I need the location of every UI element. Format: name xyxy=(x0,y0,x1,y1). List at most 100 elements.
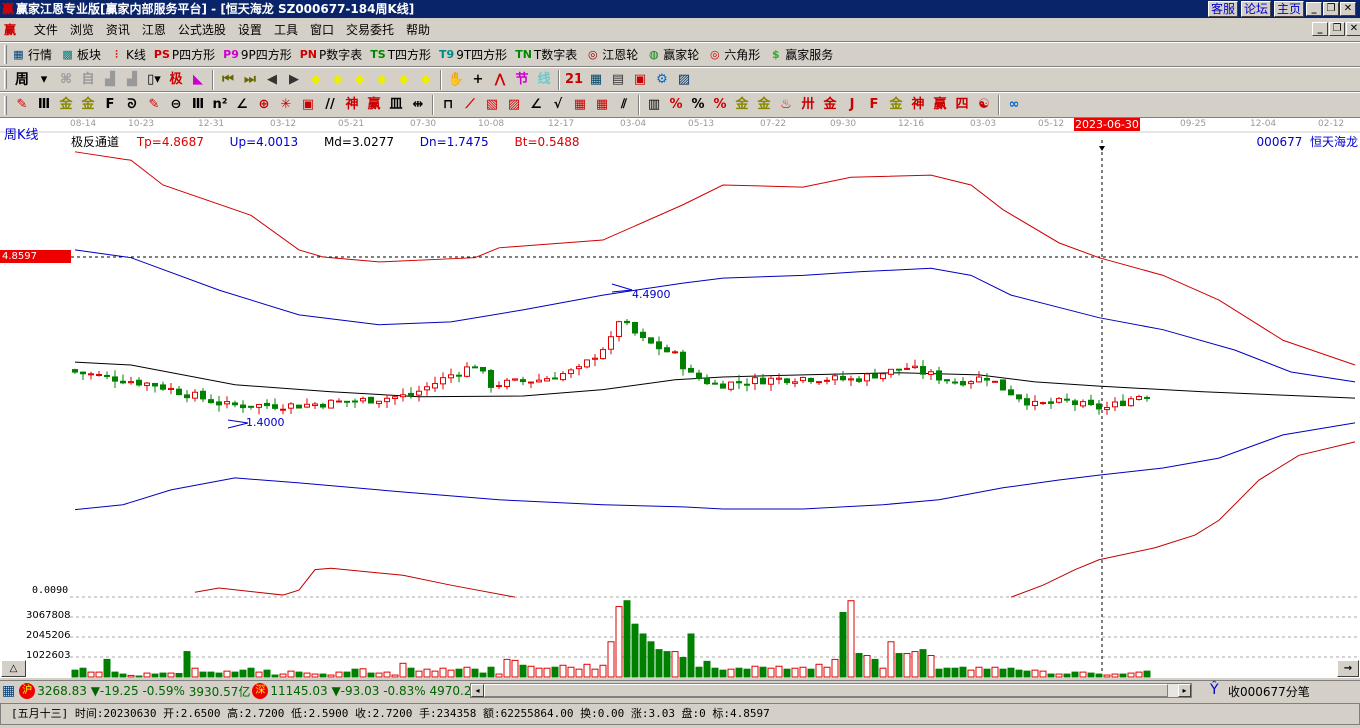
toolbar-button-0[interactable]: ▦ 行情 xyxy=(11,46,52,63)
zigzag-icon[interactable]: ⋀ xyxy=(489,70,511,90)
kline-chart[interactable]: 周K线 极反通道 Tp=4.8687 Up=4.0013 Md=3.0277 D… xyxy=(0,118,1360,678)
diamond-up-icon[interactable]: ◆ xyxy=(349,70,371,90)
scroll-right-button[interactable]: → xyxy=(1337,660,1359,677)
slash-icon[interactable]: // xyxy=(319,95,341,115)
j-fan-icon[interactable]: J xyxy=(841,95,863,115)
toolbar-button-11[interactable]: ◎ 六角形 xyxy=(707,46,760,63)
toolbar-button-10[interactable]: ◍ 赢家轮 xyxy=(646,46,699,63)
percent-slash-icon[interactable]: % xyxy=(665,95,687,115)
menu-0[interactable]: 文件 xyxy=(34,23,58,37)
menu-2[interactable]: 资讯 xyxy=(106,23,130,37)
child-minimize-button[interactable]: _ xyxy=(1312,22,1328,36)
dropdown-arrow-icon[interactable]: ▾ xyxy=(33,70,55,90)
toolbar-button-3[interactable]: PS P四方形 xyxy=(154,46,215,63)
vlines2-icon[interactable]: Ⅲ xyxy=(187,95,209,115)
expand-up-button[interactable]: △ xyxy=(1,660,26,677)
gold2-icon[interactable]: 金 xyxy=(77,95,99,115)
left-icon[interactable]: ◀ xyxy=(261,70,283,90)
fan-lines-icon[interactable]: ∠ xyxy=(525,95,547,115)
last-icon[interactable]: ⏭ xyxy=(239,70,261,90)
calculator-icon[interactable]: ▦ xyxy=(585,70,607,90)
link-home[interactable]: 主页 xyxy=(1274,1,1305,17)
toolbar-button-5[interactable]: PN P数字表 xyxy=(300,46,363,63)
menu-3[interactable]: 江恩 xyxy=(142,23,166,37)
network-icon[interactable]: ⚙ xyxy=(651,70,673,90)
candle-type-icon[interactable]: ▯▾ xyxy=(143,70,165,90)
fan-box2-icon[interactable]: ▨ xyxy=(503,95,525,115)
menu-7[interactable]: 窗口 xyxy=(310,23,334,37)
child-close-button[interactable]: ✕ xyxy=(1346,22,1360,36)
toolbar-button-2[interactable]: ⫶ K线 xyxy=(109,46,146,63)
god-fan-icon[interactable]: 神 xyxy=(907,95,929,115)
infinity-icon[interactable]: ∞ xyxy=(1003,95,1025,115)
crosshair-icon[interactable]: + xyxy=(467,70,489,90)
link-customer-service[interactable]: 客服 xyxy=(1208,1,1239,17)
angle-icon[interactable]: ∠ xyxy=(231,95,253,115)
god-icon[interactable]: 神 xyxy=(341,95,363,115)
hand-icon[interactable]: ✋ xyxy=(445,70,467,90)
close-button[interactable]: ✕ xyxy=(1340,2,1356,16)
bars3-icon[interactable]: ▟ xyxy=(99,70,121,90)
gold-box-icon[interactable]: 金 xyxy=(819,95,841,115)
gold-lines-icon[interactable]: 金 xyxy=(753,95,775,115)
vlines-icon[interactable]: Ⅲ xyxy=(33,95,55,115)
parallel-icon[interactable]: ⫽ xyxy=(613,95,635,115)
f-icon[interactable]: F xyxy=(99,95,121,115)
taiji-icon[interactable]: ☯ xyxy=(973,95,995,115)
first-icon[interactable]: ⏮ xyxy=(217,70,239,90)
quote-table-icon[interactable]: ▦ xyxy=(2,683,15,699)
diamond-out-icon[interactable]: ◆ xyxy=(393,70,415,90)
gradient-flag-icon[interactable]: ◣ xyxy=(187,70,209,90)
diamond-right-icon[interactable]: ◆ xyxy=(327,70,349,90)
menu-5[interactable]: 设置 xyxy=(238,23,262,37)
grid2-icon[interactable]: ▦ xyxy=(591,95,613,115)
pattern-icon[interactable]: ⌘ xyxy=(55,70,77,90)
horizontal-scrollbar[interactable]: ◂ ▸ xyxy=(470,683,1192,698)
minimize-button[interactable]: _ xyxy=(1306,2,1322,16)
fan-icon[interactable]: ⟋ xyxy=(459,95,481,115)
child-restore-button[interactable]: ❐ xyxy=(1329,22,1345,36)
line-icon[interactable]: 线 xyxy=(533,70,555,90)
toolbar-button-9[interactable]: ◎ 江恩轮 xyxy=(585,46,638,63)
win-icon[interactable]: 赢 xyxy=(363,95,385,115)
fire-icon[interactable]: ♨ xyxy=(775,95,797,115)
extreme-icon[interactable]: 极 xyxy=(165,70,187,90)
right-icon[interactable]: ▶ xyxy=(283,70,305,90)
percent-lines-icon[interactable]: % xyxy=(709,95,731,115)
comb-icon[interactable]: 皿 xyxy=(385,95,407,115)
toolbar-button-7[interactable]: T9 9T四方形 xyxy=(439,46,507,63)
scroll-right-arrow[interactable]: ▸ xyxy=(1178,684,1191,697)
bars9-icon[interactable]: ▟ xyxy=(121,70,143,90)
toolbar-button-6[interactable]: TS T四方形 xyxy=(370,46,431,63)
print-icon[interactable]: ▨ xyxy=(673,70,695,90)
grid-icon[interactable]: ▦ xyxy=(569,95,591,115)
f-fan-icon[interactable]: F xyxy=(863,95,885,115)
four-fan-icon[interactable]: 四 xyxy=(951,95,973,115)
pen-icon[interactable]: ✎ xyxy=(11,95,33,115)
gold1-icon[interactable]: 金 xyxy=(55,95,77,115)
menu-1[interactable]: 浏览 xyxy=(70,23,94,37)
self-icon[interactable]: 自 xyxy=(77,70,99,90)
scroll-left-arrow[interactable]: ◂ xyxy=(471,684,484,697)
width-icon[interactable]: ⇹ xyxy=(407,95,429,115)
target-icon[interactable]: ⊕ xyxy=(253,95,275,115)
box-icon[interactable]: ▣ xyxy=(297,95,319,115)
n2-icon[interactable]: n² xyxy=(209,95,231,115)
link-forum[interactable]: 论坛 xyxy=(1241,1,1272,17)
diamond-left-icon[interactable]: ◆ xyxy=(305,70,327,90)
menu-4[interactable]: 公式选股 xyxy=(178,23,226,37)
save-icon[interactable]: ▣ xyxy=(629,70,651,90)
restore-button[interactable]: ❐ xyxy=(1323,2,1339,16)
gann-box-icon[interactable]: 卅 xyxy=(797,95,819,115)
section-icon[interactable]: 节 xyxy=(511,70,533,90)
menu-8[interactable]: 交易委托 xyxy=(346,23,394,37)
period-select[interactable]: 周 xyxy=(11,70,33,90)
menu-6[interactable]: 工具 xyxy=(274,23,298,37)
toolbar-button-8[interactable]: TN T数字表 xyxy=(515,46,577,63)
scrollbar-thumb[interactable] xyxy=(484,684,1168,697)
diamond-all-icon[interactable]: ◆ xyxy=(415,70,437,90)
v-icon[interactable]: √ xyxy=(547,95,569,115)
gold-fan-icon[interactable]: 金 xyxy=(885,95,907,115)
pen2-icon[interactable]: ✎ xyxy=(143,95,165,115)
diamond-in-icon[interactable]: ◆ xyxy=(371,70,393,90)
